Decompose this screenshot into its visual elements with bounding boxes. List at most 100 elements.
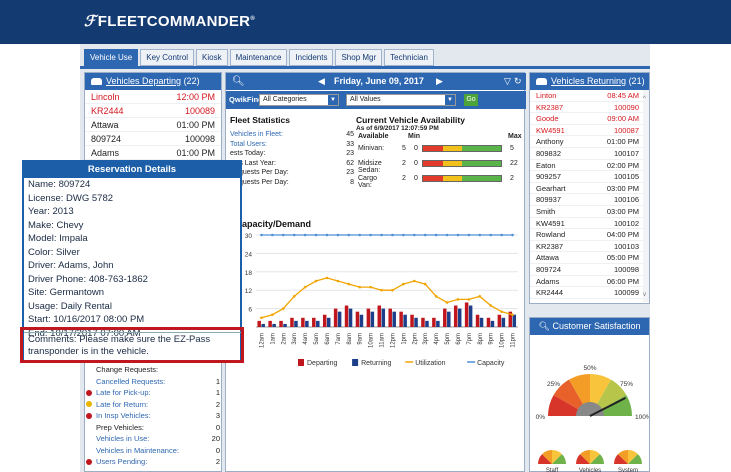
returning-row[interactable]: Adams 06:00 PM: [530, 276, 649, 288]
returning-row[interactable]: 809937 100106: [530, 194, 649, 206]
departing-bar: [475, 314, 480, 327]
returning-bar: [370, 311, 375, 327]
alert-row[interactable]: Users Pending: 2: [86, 456, 220, 468]
departing-bar: [388, 308, 392, 327]
vehicle-name: Attawa: [91, 120, 119, 130]
customer-satisfaction-panel: 🔍︎ Customer Satisfaction 50% 25% 75% 0% 100%…: [529, 317, 650, 472]
returning-row[interactable]: Smith 03:00 PM: [530, 206, 649, 218]
available-count: 5: [402, 145, 406, 152]
tab-shop-mgr[interactable]: Shop Mgr: [335, 49, 383, 66]
returning-row[interactable]: 909257 100105: [530, 171, 649, 183]
utilization-point: [511, 313, 514, 317]
returning-row[interactable]: 809724 100098: [530, 264, 649, 276]
car-icon: [536, 78, 547, 86]
returning-row[interactable]: 809832 100107: [530, 148, 649, 160]
popup-title: Reservation Details: [24, 162, 240, 178]
vehicle-value: 100105: [613, 172, 639, 182]
vehicle-name: Gearhart: [536, 183, 566, 193]
fleetcommander-logo[interactable]: ℱ FLEETCOMMANDER®: [84, 12, 255, 30]
vehicle-value: 05:00 PM: [606, 253, 639, 263]
legend-label[interactable]: Returning: [361, 360, 391, 367]
departing-row[interactable]: 809724 100098: [85, 132, 221, 146]
capacity-point: [456, 233, 460, 237]
x-tick-label: 5am: [314, 333, 320, 345]
departing-row[interactable]: Adams 01:00 PM: [85, 146, 221, 160]
vehicle-value: 12:00 PM: [176, 92, 215, 102]
scroll-down-arrow[interactable]: v: [643, 292, 646, 298]
scrollbar[interactable]: ^ v: [643, 90, 649, 302]
vehicle-value: 04:00 PM: [606, 230, 639, 240]
reservation-detail-line: Driver: Adams, John: [28, 260, 114, 271]
alert-row[interactable]: Prep Vehicles: 0: [86, 422, 220, 434]
vehicle-name: KR2387: [536, 241, 564, 251]
returning-row[interactable]: Linton 08:45 AM: [530, 90, 649, 102]
alert-row[interactable]: Cancelled Requests: 1: [86, 376, 220, 388]
returning-row[interactable]: Attawa 05:00 PM: [530, 252, 649, 264]
next-day-arrow[interactable]: ▶: [436, 73, 443, 90]
go-button[interactable]: Go: [464, 94, 478, 106]
legend-label[interactable]: Utilization: [415, 360, 445, 367]
returning-row[interactable]: Goode 09:00 AM: [530, 113, 649, 125]
alert-row[interactable]: Late for Pick-up: 1: [86, 387, 220, 399]
bar-segment: [481, 161, 501, 166]
departing-row[interactable]: Lincoln 12:00 PM: [85, 90, 221, 104]
departing-row[interactable]: KR2444 100089: [85, 104, 221, 118]
returning-row[interactable]: KR2387 100103: [530, 241, 649, 253]
returning-row[interactable]: Anthony 01:00 PM: [530, 136, 649, 148]
vehicle-name: 809724: [91, 134, 122, 144]
tab-key-control[interactable]: Key Control: [140, 49, 195, 66]
returning-title[interactable]: Vehicles Returning: [551, 76, 626, 86]
utilization-point: [358, 285, 362, 289]
returning-row[interactable]: KW4591 100087: [530, 125, 649, 137]
vehicles-returning-header[interactable]: Vehicles Returning (21): [530, 73, 649, 90]
returning-row[interactable]: Eaton 02:00 PM: [530, 160, 649, 172]
tab-maintenance[interactable]: Maintenance: [229, 49, 288, 66]
returning-row[interactable]: Gearhart 03:00 PM: [530, 183, 649, 195]
utilization-point: [467, 298, 471, 301]
returning-row[interactable]: Rowland 04:00 PM: [530, 229, 649, 241]
utilization-point: [402, 282, 405, 286]
values-select[interactable]: All Values ▼: [346, 94, 456, 106]
vehicle-name: KR2387: [536, 102, 564, 112]
filter-icon[interactable]: ▽: [504, 73, 511, 90]
vehicles-departing-header[interactable]: Vehicles Departing (22): [85, 73, 221, 90]
status-dot-icon: [86, 412, 92, 419]
alert-row[interactable]: Late for Return: 2: [86, 399, 220, 411]
max-count: 2: [510, 175, 514, 182]
tab-incidents[interactable]: Incidents: [289, 49, 334, 66]
vehicle-name: Adams: [91, 148, 120, 158]
alert-row[interactable]: Change Requests:: [86, 364, 220, 376]
x-tick-label: 11pm: [511, 333, 517, 348]
utilization-point: [489, 304, 493, 307]
capacity-point: [303, 233, 307, 237]
returning-row[interactable]: KR2387 100090: [530, 102, 649, 114]
returning-row[interactable]: KW4591 100102: [530, 218, 649, 230]
satisfaction-header[interactable]: 🔍︎ Customer Satisfaction: [530, 318, 649, 335]
tab-vehicle-use[interactable]: Vehicle Use: [84, 49, 139, 66]
alert-row[interactable]: Vehicles in Maintenance: 0: [86, 445, 220, 457]
vehicle-name: 809724: [536, 264, 562, 274]
fleet-stat-value: 23: [346, 150, 354, 157]
alert-row[interactable]: In Insp Vehicles: 3: [86, 410, 220, 422]
fleet-stat-label[interactable]: Vehicles in Fleet:: [230, 131, 283, 141]
returning-row[interactable]: KR2444 100099: [530, 287, 649, 299]
prev-day-arrow[interactable]: ◀: [318, 73, 325, 90]
min-count: 0: [414, 160, 418, 167]
refresh-icon[interactable]: ↻: [514, 73, 522, 90]
tab-kiosk[interactable]: Kiosk: [196, 49, 228, 66]
legend-label[interactable]: Departing: [307, 360, 337, 367]
search-icon[interactable]: 🔍︎: [232, 73, 245, 90]
scroll-up-arrow[interactable]: ^: [643, 96, 646, 102]
utilization-point: [369, 285, 372, 289]
tab-technician[interactable]: Technician: [384, 49, 434, 66]
fleet-stat-label[interactable]: Total Users:: [230, 141, 267, 151]
legend-label[interactable]: Capacity: [477, 360, 505, 367]
availability-bar: [422, 160, 502, 167]
availability-column-header: Max: [508, 133, 522, 140]
category-select[interactable]: All Categories ▼: [259, 94, 339, 106]
alert-label: Vehicles in Maintenance:: [96, 445, 179, 455]
departing-row[interactable]: Attawa 01:00 PM: [85, 118, 221, 132]
departing-title[interactable]: Vehicles Departing: [106, 76, 181, 86]
reservation-detail-line: Start: 10/16/2017 08:00 PM: [28, 314, 145, 325]
alert-row[interactable]: Vehicles in Use: 20: [86, 433, 220, 445]
